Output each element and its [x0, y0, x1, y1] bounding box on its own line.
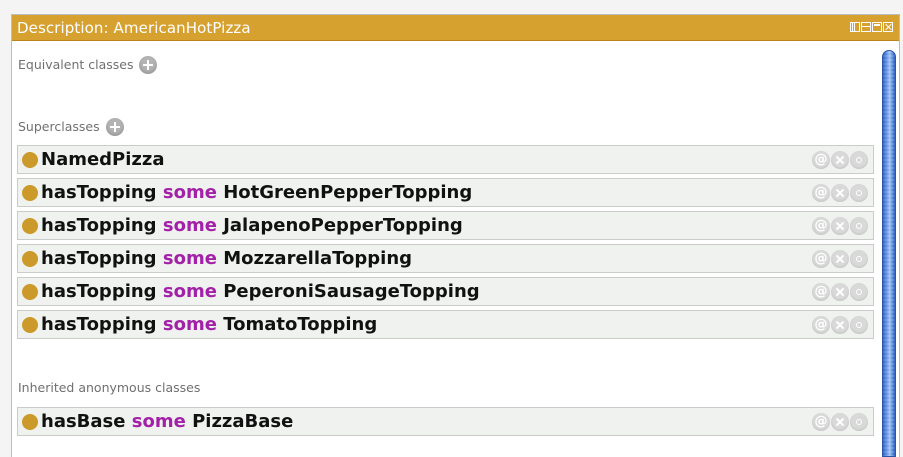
class-dot-icon [22, 250, 38, 267]
add-equivalent-class-icon[interactable] [139, 56, 158, 74]
class-expression-row[interactable]: hasTopping some HotGreenPepperTopping @ [17, 178, 874, 207]
inherited-classes-label: Inherited anonymous classes [18, 380, 201, 395]
delete-icon[interactable] [831, 250, 849, 268]
expression-property: hasTopping [41, 281, 157, 302]
row-actions: @ [812, 184, 868, 202]
class-expression-row[interactable]: hasBase some PizzaBase @ [17, 407, 874, 436]
class-expression-row[interactable]: hasTopping some TomatoTopping @ [17, 310, 874, 339]
panel-title: Description: AmericanHotPizza [17, 19, 251, 37]
class-expression: hasTopping some PeperoniSausageTopping [41, 281, 480, 302]
expression-property: hasTopping [41, 215, 157, 236]
edit-icon[interactable] [850, 413, 868, 431]
edit-icon[interactable] [850, 250, 868, 268]
vertical-scrollbar[interactable] [881, 42, 897, 457]
delete-icon[interactable] [831, 413, 849, 431]
panel-content: Equivalent classes Superclasses NamedPiz… [12, 42, 899, 457]
delete-icon[interactable] [831, 151, 849, 169]
class-expression: hasTopping some TomatoTopping [41, 314, 377, 335]
class-dot-icon [22, 184, 38, 201]
annotate-icon[interactable]: @ [812, 217, 830, 235]
row-actions: @ [812, 151, 868, 169]
split-vertical-icon[interactable] [850, 22, 860, 32]
expression-keyword: some [162, 182, 217, 203]
class-dot-icon [22, 413, 38, 430]
expression-filler: TomatoTopping [223, 314, 378, 335]
expression-keyword: some [131, 411, 186, 432]
edit-icon[interactable] [850, 217, 868, 235]
annotate-icon[interactable]: @ [812, 283, 830, 301]
expression-filler: PeperoniSausageTopping [223, 281, 480, 302]
delete-icon[interactable] [831, 283, 849, 301]
annotate-icon[interactable]: @ [812, 250, 830, 268]
class-dot-icon [22, 316, 38, 333]
delete-icon[interactable] [831, 316, 849, 334]
expression-keyword: some [162, 314, 217, 335]
expression-keyword: some [162, 215, 217, 236]
expression-property: hasTopping [41, 182, 157, 203]
edit-icon[interactable] [850, 184, 868, 202]
class-dot-icon [22, 217, 38, 234]
annotate-icon[interactable]: @ [812, 151, 830, 169]
expression-property: hasTopping [41, 248, 157, 269]
close-icon[interactable] [883, 22, 893, 32]
scrollbar-thumb[interactable] [882, 50, 896, 457]
annotate-icon[interactable]: @ [812, 413, 830, 431]
class-expression: hasTopping some JalapenoPepperTopping [41, 215, 463, 236]
class-expression: hasTopping some MozzarellaTopping [41, 248, 412, 269]
window-controls [850, 22, 893, 34]
annotate-icon[interactable]: @ [812, 316, 830, 334]
row-actions: @ [812, 413, 868, 431]
inherited-classes-header: Inherited anonymous classes [18, 379, 200, 397]
superclasses-label: Superclasses [18, 119, 100, 134]
expression-keyword: some [162, 281, 217, 302]
expression-property: NamedPizza [41, 149, 165, 170]
expression-filler: PizzaBase [192, 411, 294, 432]
edit-icon[interactable] [850, 151, 868, 169]
expression-filler: JalapenoPepperTopping [223, 215, 463, 236]
add-superclass-icon[interactable] [105, 118, 124, 136]
description-panel: Description: AmericanHotPizza Equivalent… [11, 14, 900, 457]
class-dot-icon [22, 283, 38, 300]
class-expression-row[interactable]: NamedPizza @ [17, 145, 874, 174]
delete-icon[interactable] [831, 217, 849, 235]
panel-title-bar: Description: AmericanHotPizza [12, 15, 899, 41]
row-actions: @ [812, 250, 868, 268]
split-horizontal-icon[interactable] [861, 22, 871, 32]
class-expression: NamedPizza [41, 149, 165, 170]
description-view: Description: AmericanHotPizza Equivalent… [0, 0, 903, 457]
delete-icon[interactable] [831, 184, 849, 202]
class-expression: hasBase some PizzaBase [41, 411, 293, 432]
edit-icon[interactable] [850, 316, 868, 334]
equivalent-classes-label: Equivalent classes [18, 57, 134, 72]
expression-property: hasBase [41, 411, 126, 432]
row-actions: @ [812, 217, 868, 235]
row-actions: @ [812, 316, 868, 334]
annotate-icon[interactable]: @ [812, 184, 830, 202]
row-actions: @ [812, 283, 868, 301]
maximize-icon[interactable] [872, 22, 882, 32]
class-expression-row[interactable]: hasTopping some PeperoniSausageTopping @ [17, 277, 874, 306]
expression-filler: HotGreenPepperTopping [223, 182, 473, 203]
edit-icon[interactable] [850, 283, 868, 301]
class-dot-icon [22, 151, 38, 168]
expression-property: hasTopping [41, 314, 157, 335]
equivalent-classes-header: Equivalent classes [18, 56, 158, 74]
superclasses-header: Superclasses [18, 118, 124, 136]
class-expression-row[interactable]: hasTopping some JalapenoPepperTopping @ [17, 211, 874, 240]
expression-filler: MozzarellaTopping [223, 248, 413, 269]
class-expression: hasTopping some HotGreenPepperTopping [41, 182, 472, 203]
class-expression-row[interactable]: hasTopping some MozzarellaTopping @ [17, 244, 874, 273]
expression-keyword: some [162, 248, 217, 269]
